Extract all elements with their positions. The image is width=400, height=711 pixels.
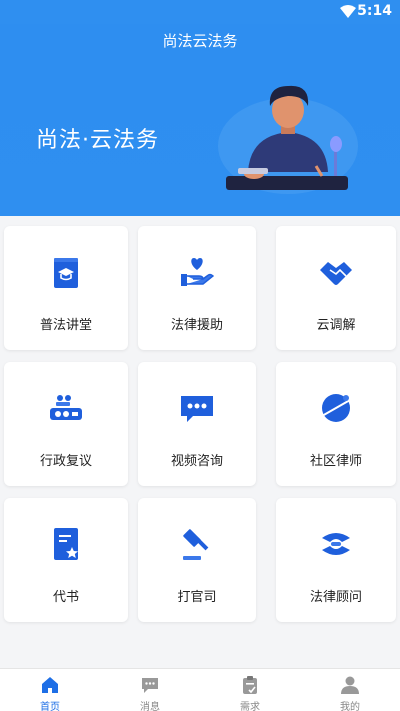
wifi-icon xyxy=(340,5,356,18)
tab-label: 首页 xyxy=(40,702,60,711)
status-bar: 5:14 xyxy=(0,0,400,24)
service-card-community-lawyer[interactable]: 社区律师 xyxy=(276,362,396,486)
tab-demands[interactable]: 需求 xyxy=(200,669,300,711)
tab-home[interactable]: 首页 xyxy=(0,669,100,711)
tab-messages[interactable]: 消息 xyxy=(100,669,200,711)
lawyer-illustration xyxy=(218,85,358,194)
service-label: 视频咨询 xyxy=(170,454,223,469)
meeting-table-icon xyxy=(50,395,82,420)
service-label: 普法讲堂 xyxy=(39,318,92,333)
service-label: 法律援助 xyxy=(170,318,223,333)
service-card-document-writing[interactable]: 代书 xyxy=(4,498,128,622)
service-card-legal-aid[interactable]: 法律援助 xyxy=(138,226,256,350)
service-label: 打官司 xyxy=(177,590,217,605)
tab-label: 我的 xyxy=(340,702,360,711)
tab-label: 消息 xyxy=(140,702,160,711)
tab-profile[interactable]: 我的 xyxy=(300,669,400,711)
clipboard-check-icon xyxy=(243,676,257,694)
service-card-video-consult[interactable]: 视频咨询 xyxy=(138,362,256,486)
banner-title: 尚法·云法务 xyxy=(36,128,159,153)
service-card-admin-review[interactable]: 行政复议 xyxy=(4,362,128,486)
status-time: 5:14 xyxy=(357,3,392,19)
service-label: 云调解 xyxy=(316,318,356,333)
service-card-cloud-mediation[interactable]: 云调解 xyxy=(276,226,396,350)
document-star-icon xyxy=(54,528,78,560)
user-icon xyxy=(341,676,359,694)
service-card-legal-advisor[interactable]: 法律顾问 xyxy=(276,498,396,622)
gavel-icon xyxy=(183,529,209,560)
graduation-book-icon xyxy=(54,258,78,288)
bottom-tab-bar: 首页 消息 需求 我的 xyxy=(0,668,400,711)
page-title: 尚法云法务 xyxy=(162,32,238,50)
chat-bubble-icon xyxy=(181,396,213,422)
hands-support-icon xyxy=(322,533,350,555)
handshake-icon xyxy=(320,262,352,285)
service-label: 法律顾问 xyxy=(309,590,362,605)
service-label: 代书 xyxy=(52,590,79,605)
service-label: 社区律师 xyxy=(309,454,362,469)
message-icon xyxy=(142,678,158,693)
service-label: 行政复议 xyxy=(39,454,92,469)
globe-chat-icon xyxy=(321,394,351,422)
hand-heart-icon xyxy=(181,258,215,286)
service-card-legal-lecture[interactable]: 普法讲堂 xyxy=(4,226,128,350)
header-banner: 尚法云法务 尚法·云法务 xyxy=(0,24,400,216)
service-card-lawsuit[interactable]: 打官司 xyxy=(138,498,256,622)
home-icon xyxy=(42,677,58,693)
tab-label: 需求 xyxy=(240,702,260,711)
